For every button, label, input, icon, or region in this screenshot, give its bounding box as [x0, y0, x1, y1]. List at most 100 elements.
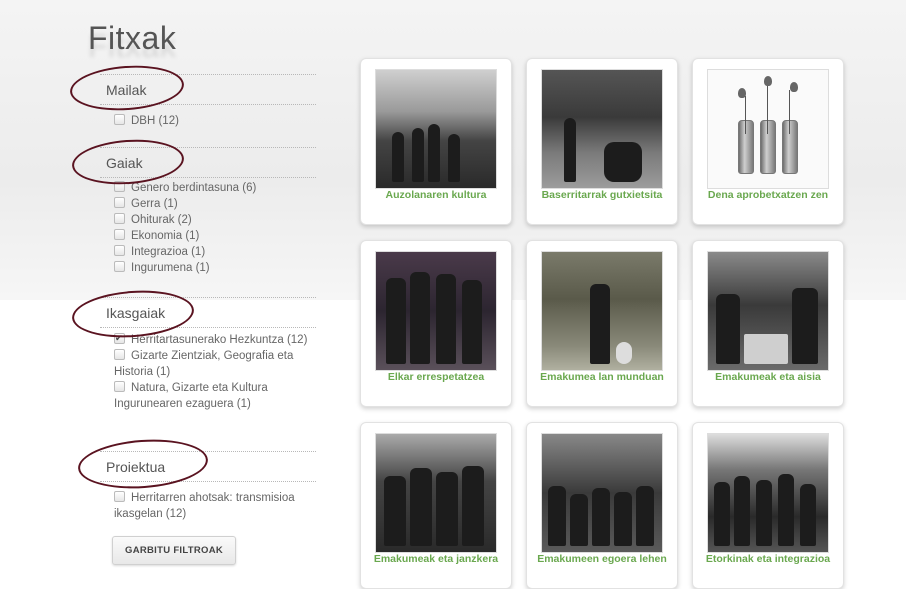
card-photo[interactable] — [707, 69, 829, 189]
person-silhouette — [548, 486, 566, 546]
card-caption[interactable]: Emakumeak eta janzkera — [365, 554, 507, 565]
bottle-icon — [760, 120, 776, 174]
filter-label: Genero berdintasuna (6) — [131, 182, 257, 194]
facet-mailak: Mailak DBH (12) — [100, 74, 316, 129]
filter-option[interactable]: Ekonomia (1) — [100, 228, 316, 244]
cow-silhouette — [604, 142, 642, 182]
filter-label: Ingurumena (1) — [131, 262, 210, 274]
filter-label: Gizarte Zientziak, Geografia eta Histori… — [114, 350, 294, 378]
jug-icon — [616, 342, 632, 364]
checkbox[interactable] — [114, 197, 125, 208]
card-photo[interactable] — [707, 433, 829, 553]
card-caption[interactable]: Dena aprobetxatzen zen — [697, 190, 839, 201]
facet-heading: Proiektua — [100, 451, 316, 482]
facet-heading: Gaiak — [100, 147, 316, 178]
person-silhouette — [614, 492, 632, 546]
person-silhouette — [714, 482, 730, 546]
person-silhouette — [436, 274, 456, 364]
card[interactable]: Emakumeak eta janzkera — [360, 422, 512, 589]
filter-label: Integrazioa (1) — [131, 246, 206, 258]
page-title: Fitxak — [88, 20, 177, 56]
checkbox[interactable] — [114, 245, 125, 256]
person-silhouette — [436, 472, 458, 546]
person-silhouette — [592, 488, 610, 546]
card-caption[interactable]: Emakumea lan munduan — [531, 372, 673, 383]
card-photo[interactable] — [375, 69, 497, 189]
person-silhouette — [564, 118, 576, 182]
checkbox[interactable] — [114, 491, 125, 502]
facet-proiektua: Proiektua Herritarren ahotsak: transmisi… — [100, 451, 316, 522]
person-silhouette — [792, 288, 818, 364]
card[interactable]: Dena aprobetxatzen zen — [692, 58, 844, 225]
card-photo[interactable] — [541, 433, 663, 553]
person-silhouette — [448, 134, 460, 182]
filter-label: Gerra (1) — [131, 198, 178, 210]
facet-list: Herritartasunerako Hezkuntza (12) Gizart… — [100, 330, 316, 412]
person-silhouette — [570, 494, 588, 546]
card-photo[interactable] — [541, 69, 663, 189]
person-silhouette — [428, 124, 440, 182]
checkbox[interactable] — [114, 114, 125, 125]
filter-option[interactable]: Herritarren ahotsak: transmisioa ikasgel… — [100, 490, 316, 522]
filter-option[interactable]: Integrazioa (1) — [100, 244, 316, 260]
filter-label: Herritarren ahotsak: transmisioa ikasgel… — [114, 492, 295, 520]
card[interactable]: Emakumeak eta aisia — [692, 240, 844, 407]
card-photo[interactable] — [375, 251, 497, 371]
person-silhouette — [410, 272, 430, 364]
facet-heading: Ikasgaiak — [100, 297, 316, 328]
card[interactable]: Etorkinak eta integrazioa — [692, 422, 844, 589]
filter-option[interactable]: Gizarte Zientziak, Geografia eta Histori… — [100, 348, 316, 380]
facet-ikasgaiak: Ikasgaiak Herritartasunerako Hezkuntza (… — [100, 297, 316, 412]
card-caption[interactable]: Auzolanaren kultura — [365, 190, 507, 201]
card-caption[interactable]: Emakumeak eta aisia — [697, 372, 839, 383]
checkbox[interactable] — [114, 229, 125, 240]
person-silhouette — [462, 466, 484, 546]
checkbox[interactable] — [114, 330, 125, 346]
person-silhouette — [384, 476, 406, 546]
filter-option[interactable]: DBH (12) — [100, 113, 316, 129]
facet-gaiak: Gaiak Genero berdintasuna (6) Gerra (1) … — [100, 147, 316, 276]
checkbox[interactable] — [114, 213, 125, 224]
card[interactable]: Auzolanaren kultura — [360, 58, 512, 225]
person-silhouette — [756, 480, 772, 546]
card[interactable]: Baserritarrak gutxietsita — [526, 58, 678, 225]
card-caption[interactable]: Elkar errespetatzea — [365, 372, 507, 383]
filter-option[interactable]: Natura, Gizarte eta Kultura Ingurunearen… — [100, 380, 316, 412]
filter-option[interactable]: Gerra (1) — [100, 196, 316, 212]
card-photo[interactable] — [541, 251, 663, 371]
filter-label: Ekonomia (1) — [131, 230, 200, 242]
filter-label: DBH (12) — [131, 115, 179, 127]
stem — [789, 90, 790, 134]
table-shape — [744, 334, 788, 364]
person-silhouette — [392, 132, 404, 182]
person-silhouette — [412, 128, 424, 182]
checkbox[interactable] — [114, 181, 125, 192]
reset-filters-button[interactable]: GARBITU FILTROAK — [112, 536, 237, 565]
person-silhouette — [716, 294, 740, 364]
card[interactable]: Emakumeen egoera lehen — [526, 422, 678, 589]
card-photo[interactable] — [707, 251, 829, 371]
stem — [767, 84, 768, 134]
stem — [745, 96, 746, 134]
card-caption[interactable]: Etorkinak eta integrazioa — [697, 554, 839, 565]
filter-label: Ohiturak (2) — [131, 214, 192, 226]
filter-option[interactable]: Ingurumena (1) — [100, 260, 316, 276]
bottle-icon — [782, 120, 798, 174]
filter-option[interactable]: Genero berdintasuna (6) — [100, 180, 316, 196]
card-photo[interactable] — [375, 433, 497, 553]
tulip-icon — [790, 82, 798, 92]
person-silhouette — [636, 486, 654, 546]
checkbox[interactable] — [114, 381, 125, 392]
person-silhouette — [734, 476, 750, 546]
card[interactable]: Elkar errespetatzea — [360, 240, 512, 407]
filter-option[interactable]: Ohiturak (2) — [100, 212, 316, 228]
checkbox[interactable] — [114, 349, 125, 360]
tulip-icon — [764, 76, 772, 86]
card[interactable]: Emakumea lan munduan — [526, 240, 678, 407]
tulip-icon — [738, 88, 746, 98]
card-caption[interactable]: Emakumeen egoera lehen — [531, 554, 673, 565]
filter-option[interactable]: Herritartasunerako Hezkuntza (12) — [100, 330, 316, 348]
facet-list: Genero berdintasuna (6) Gerra (1) Ohitur… — [100, 180, 316, 276]
card-caption[interactable]: Baserritarrak gutxietsita — [531, 190, 673, 201]
checkbox[interactable] — [114, 261, 125, 272]
